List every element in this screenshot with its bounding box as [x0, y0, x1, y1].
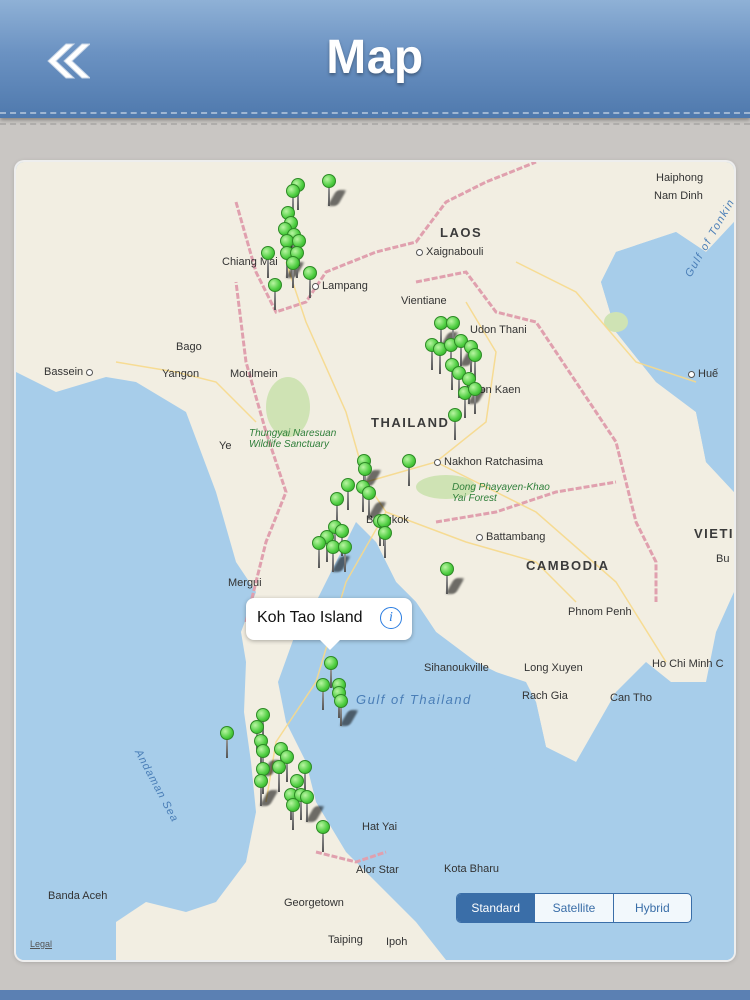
label-hue: Huế	[688, 368, 718, 380]
label-can-tho: Can Tho	[610, 692, 652, 704]
label-moulmein: Moulmein	[230, 368, 278, 380]
map-base	[16, 162, 734, 960]
label-long-xuyen: Long Xuyen	[524, 662, 583, 674]
label-bassein: Bassein	[44, 366, 96, 378]
location-pin[interactable]	[303, 266, 317, 300]
label-taiping: Taiping	[328, 934, 363, 946]
map-type-standard[interactable]: Standard	[457, 894, 535, 922]
legal-link[interactable]: Legal	[30, 939, 52, 949]
location-pin[interactable]	[402, 454, 416, 488]
label-hat-yai: Hat Yai	[362, 821, 398, 833]
label-rach-gia: Rach Gia	[522, 690, 568, 702]
label-nam-dinh: Nam Dinh	[654, 190, 703, 202]
location-pin[interactable]	[448, 408, 462, 442]
location-pin[interactable]	[468, 382, 482, 416]
map-callout[interactable]: Koh Tao Island i	[246, 598, 412, 650]
location-pin[interactable]	[261, 246, 275, 280]
label-kota-bharu: Kota Bharu	[444, 863, 500, 875]
info-icon[interactable]: i	[380, 607, 402, 629]
label-udon-thani: Udon Thani	[470, 324, 527, 336]
label-georgetown: Georgetown	[284, 897, 344, 909]
location-pin[interactable]	[300, 790, 325, 824]
label-lampang: Lampang	[312, 280, 368, 292]
location-pin[interactable]	[322, 174, 347, 208]
label-thungyai: Thungyai Naresuan Wildlife Sanctuary	[249, 428, 337, 450]
label-laos: LAOS	[440, 225, 483, 240]
label-vietnam: VIETI	[694, 526, 734, 541]
label-thailand: THAILAND	[371, 415, 450, 430]
label-bago: Bago	[176, 341, 202, 353]
label-vientiane: Vientiane	[401, 295, 447, 307]
bottom-bar	[0, 990, 750, 1000]
label-xaignabouli: Xaignabouli	[416, 246, 484, 258]
page-title: Map	[326, 31, 424, 84]
label-sihanoukville: Sihanoukville	[424, 662, 489, 674]
location-pin[interactable]	[334, 694, 359, 728]
label-cambodia: CAMBODIA	[526, 558, 610, 573]
location-pin[interactable]	[312, 536, 326, 570]
map-type-hybrid[interactable]: Hybrid	[612, 894, 691, 922]
location-pin[interactable]	[440, 562, 465, 596]
nav-bar: Map	[0, 0, 750, 118]
location-pin[interactable]	[316, 678, 330, 712]
location-pin[interactable]	[286, 256, 300, 290]
label-alor-star: Alor Star	[356, 864, 399, 876]
map-type-satellite[interactable]: Satellite	[534, 894, 612, 922]
label-dong-phayayen: Dong Phayayen-Khao Yai Forest	[452, 482, 550, 504]
label-yangon: Yangon	[162, 368, 200, 380]
label-phnom-penh: Phnom Penh	[568, 606, 632, 618]
map-view[interactable]: Haiphong Nam Dinh Gulf of Tonkin LAOS Xa…	[16, 162, 734, 960]
location-pin[interactable]	[316, 820, 330, 854]
label-mergui: Mergui	[228, 577, 262, 589]
location-pin[interactable]	[286, 798, 300, 832]
label-ipoh: Ipoh	[386, 936, 408, 948]
label-haiphong: Haiphong	[656, 172, 704, 184]
location-pin[interactable]	[220, 726, 234, 760]
callout-title: Koh Tao Island	[257, 609, 363, 626]
label-banda-aceh: Banda Aceh	[48, 890, 108, 902]
label-battambang: Battambang	[476, 531, 545, 543]
label-ye: Ye	[219, 440, 232, 452]
location-pin[interactable]	[268, 278, 282, 312]
label-gulf-of-thailand: Gulf of Thailand	[356, 692, 472, 707]
label-nakhon-ratchasima: Nakhon Ratchasima	[434, 456, 543, 468]
location-pin[interactable]	[338, 540, 352, 574]
location-pin[interactable]	[254, 774, 279, 808]
map-type-segmented-control: Standard Satellite Hybrid	[456, 893, 692, 923]
label-ho-chi-minh: Ho Chi Minh C	[652, 658, 724, 670]
label-bu: Bu	[716, 553, 730, 565]
location-pin[interactable]	[378, 526, 392, 560]
